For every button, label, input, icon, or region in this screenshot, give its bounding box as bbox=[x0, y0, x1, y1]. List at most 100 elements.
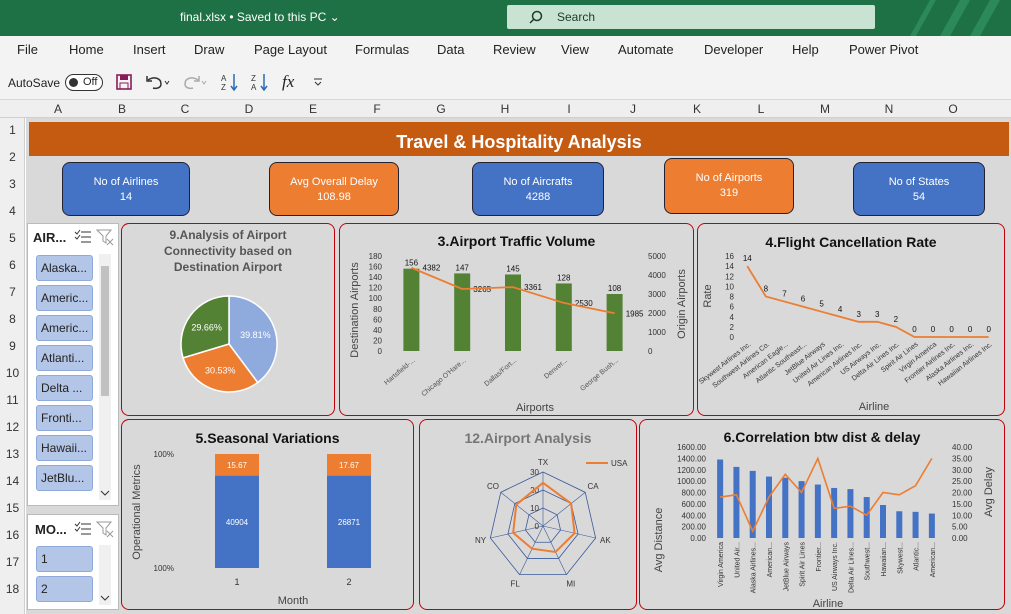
tab-file[interactable]: File bbox=[17, 42, 38, 57]
row-header[interactable]: 1 bbox=[0, 123, 25, 137]
row-header[interactable]: 7 bbox=[0, 285, 25, 299]
multi-select-icon[interactable] bbox=[74, 521, 92, 537]
row-header[interactable]: 16 bbox=[0, 528, 25, 542]
data-label: 40904 bbox=[226, 518, 249, 527]
column-header[interactable]: A bbox=[48, 102, 68, 116]
row-header[interactable]: 5 bbox=[0, 231, 25, 245]
slicer-item[interactable]: Hawaii... bbox=[36, 435, 93, 461]
column-header[interactable]: C bbox=[175, 102, 195, 116]
tab-developer[interactable]: Developer bbox=[704, 42, 763, 57]
tab-help[interactable]: Help bbox=[792, 42, 819, 57]
clear-filter-icon[interactable] bbox=[96, 228, 114, 246]
row-header[interactable]: 15 bbox=[0, 501, 25, 515]
file-name[interactable]: final.xlsx • Saved to this PC ⌄ bbox=[180, 10, 340, 24]
row-header[interactable]: 10 bbox=[0, 366, 25, 380]
redo-icon[interactable] bbox=[182, 74, 208, 90]
tab-page-layout[interactable]: Page Layout bbox=[254, 42, 327, 57]
tab-view[interactable]: View bbox=[561, 42, 589, 57]
quick-access-toolbar: AutoSave Off AZ ZA fx bbox=[0, 64, 1011, 100]
dashboard-title: Travel & Hospitality Analysis bbox=[29, 122, 1009, 156]
sort-ascending-icon[interactable]: AZ bbox=[220, 72, 240, 92]
column-header[interactable]: I bbox=[559, 102, 579, 116]
radar-tick-label: 10 bbox=[530, 504, 539, 513]
cancellation-chart: 0246810121416 14Skywest Airlines Inc.8Sou… bbox=[698, 252, 994, 413]
row-header[interactable]: 14 bbox=[0, 474, 25, 488]
scroll-down-icon[interactable] bbox=[100, 489, 110, 497]
slicer-item[interactable]: Americ... bbox=[36, 285, 93, 311]
row-header[interactable]: 6 bbox=[0, 258, 25, 272]
row-header[interactable]: 11 bbox=[0, 393, 25, 407]
row-header[interactable]: 13 bbox=[0, 447, 25, 461]
slicer-item[interactable]: Atlanti... bbox=[36, 345, 93, 371]
tab-review[interactable]: Review bbox=[493, 42, 536, 57]
column-header[interactable]: N bbox=[879, 102, 899, 116]
save-icon[interactable] bbox=[116, 74, 132, 90]
tab-power-pivot[interactable]: Power Pivot bbox=[849, 42, 918, 57]
clear-filter-icon[interactable] bbox=[96, 520, 114, 538]
undo-icon[interactable] bbox=[144, 74, 170, 90]
bar bbox=[863, 497, 870, 538]
tab-automate[interactable]: Automate bbox=[618, 42, 674, 57]
y2-tick-label: 0.00 bbox=[952, 534, 968, 543]
function-icon[interactable]: fx bbox=[282, 72, 294, 92]
y-tick-label: 80 bbox=[373, 305, 382, 314]
row-header[interactable]: 8 bbox=[0, 312, 25, 326]
tab-home[interactable]: Home bbox=[69, 42, 104, 57]
row-header[interactable]: 18 bbox=[0, 582, 25, 596]
data-label: 147 bbox=[456, 263, 470, 272]
tab-formulas[interactable]: Formulas bbox=[355, 42, 409, 57]
row-header[interactable]: 3 bbox=[0, 177, 25, 191]
tab-draw[interactable]: Draw bbox=[194, 42, 224, 57]
y-axis-label: Operational Metrics bbox=[131, 464, 143, 560]
panel-connectivity: 9.Analysis of Airport Connectivity based… bbox=[121, 223, 335, 416]
column-header[interactable]: E bbox=[303, 102, 323, 116]
column-header[interactable]: K bbox=[687, 102, 707, 116]
slicer-item[interactable]: 1 bbox=[36, 546, 93, 572]
x-tick-label: Virgin America bbox=[718, 542, 725, 587]
data-label: 14 bbox=[743, 254, 752, 263]
slicer-item[interactable]: JetBlu... bbox=[36, 465, 93, 491]
search-box[interactable]: Search bbox=[507, 5, 875, 29]
slicer-item[interactable]: 2 bbox=[36, 576, 93, 602]
row-header[interactable]: 2 bbox=[0, 150, 25, 164]
slicer-item[interactable]: Delta ... bbox=[36, 375, 93, 401]
column-header[interactable]: L bbox=[751, 102, 771, 116]
row-header[interactable]: 9 bbox=[0, 339, 25, 353]
y2-axis-label: Avg Delay bbox=[983, 467, 995, 517]
column-header[interactable]: D bbox=[239, 102, 259, 116]
radar-axis-label: FL bbox=[511, 580, 521, 589]
panel-traffic: 3.Airport Traffic Volume 0 20 40 60 80 100 120… bbox=[339, 223, 694, 416]
column-header[interactable]: O bbox=[943, 102, 963, 116]
slicer-item[interactable]: Fronti... bbox=[36, 405, 93, 431]
column-header[interactable]: B bbox=[112, 102, 132, 116]
slicer-item[interactable]: Americ... bbox=[36, 315, 93, 341]
column-header[interactable]: M bbox=[815, 102, 835, 116]
x-tick-label: Dallas/Fort... bbox=[483, 357, 518, 388]
y-tick-label: 14 bbox=[725, 262, 734, 271]
tab-insert[interactable]: Insert bbox=[133, 42, 166, 57]
search-icon bbox=[529, 10, 543, 24]
svg-text:A: A bbox=[221, 74, 227, 83]
customize-toolbar-icon[interactable] bbox=[312, 76, 324, 88]
radar-tick-label: 30 bbox=[530, 468, 539, 477]
column-header[interactable]: H bbox=[495, 102, 515, 116]
column-header[interactable]: J bbox=[623, 102, 643, 116]
column-header[interactable]: G bbox=[431, 102, 451, 116]
autosave-toggle[interactable]: Off bbox=[65, 74, 103, 91]
scroll-down-icon[interactable] bbox=[100, 594, 110, 602]
y2-tick-label: 1000 bbox=[648, 328, 666, 337]
y-tick-label: 1200.00 bbox=[677, 466, 706, 475]
slicer-item[interactable]: Alaska... bbox=[36, 255, 93, 281]
y-tick-label: 100% bbox=[154, 450, 174, 459]
row-header[interactable]: 17 bbox=[0, 555, 25, 569]
tab-data[interactable]: Data bbox=[437, 42, 464, 57]
multi-select-icon[interactable] bbox=[74, 229, 92, 245]
column-header[interactable]: F bbox=[367, 102, 387, 116]
row-header[interactable]: 4 bbox=[0, 204, 25, 218]
x-tick-label: Skywest... bbox=[897, 542, 904, 574]
sort-descending-icon[interactable]: ZA bbox=[250, 72, 270, 92]
row-header[interactable]: 12 bbox=[0, 420, 25, 434]
y2-tick-label: 4000 bbox=[648, 271, 666, 280]
x-tick-label: 1 bbox=[234, 577, 239, 587]
slicer-scrollbar[interactable] bbox=[99, 254, 111, 500]
